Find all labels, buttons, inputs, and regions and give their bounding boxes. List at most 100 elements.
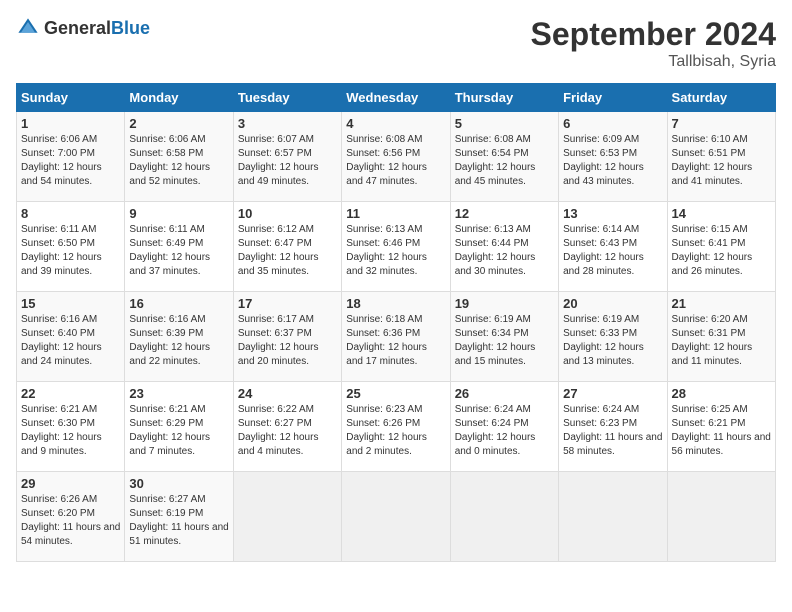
daylight-label: Daylight: 11 hours and 51 minutes. — [129, 522, 228, 547]
sunset-label: Sunset: 6:51 PM — [672, 148, 746, 159]
sunset-label: Sunset: 6:53 PM — [563, 148, 637, 159]
calendar-cell — [342, 472, 450, 562]
daylight-label: Daylight: 12 hours and 37 minutes. — [129, 252, 210, 277]
sunrise-label: Sunrise: 6:06 AM — [129, 134, 205, 145]
day-number: 21 — [672, 296, 771, 311]
day-number: 15 — [21, 296, 120, 311]
sunset-label: Sunset: 6:30 PM — [21, 418, 95, 429]
calendar-cell: 11 Sunrise: 6:13 AM Sunset: 6:46 PM Dayl… — [342, 202, 450, 292]
col-friday: Friday — [559, 84, 667, 112]
calendar-header: Sunday Monday Tuesday Wednesday Thursday… — [17, 84, 776, 112]
day-number: 19 — [455, 296, 554, 311]
sunrise-label: Sunrise: 6:21 AM — [21, 404, 97, 415]
day-info: Sunrise: 6:15 AM Sunset: 6:41 PM Dayligh… — [672, 223, 771, 279]
day-info: Sunrise: 6:23 AM Sunset: 6:26 PM Dayligh… — [346, 403, 445, 459]
day-info: Sunrise: 6:16 AM Sunset: 6:40 PM Dayligh… — [21, 313, 120, 369]
sunset-label: Sunset: 6:56 PM — [346, 148, 420, 159]
daylight-label: Daylight: 12 hours and 45 minutes. — [455, 162, 536, 187]
calendar-cell: 6 Sunrise: 6:09 AM Sunset: 6:53 PM Dayli… — [559, 112, 667, 202]
sunrise-label: Sunrise: 6:19 AM — [455, 314, 531, 325]
day-number: 9 — [129, 206, 228, 221]
day-info: Sunrise: 6:09 AM Sunset: 6:53 PM Dayligh… — [563, 133, 662, 189]
day-info: Sunrise: 6:08 AM Sunset: 6:56 PM Dayligh… — [346, 133, 445, 189]
calendar-cell: 7 Sunrise: 6:10 AM Sunset: 6:51 PM Dayli… — [667, 112, 775, 202]
sunset-label: Sunset: 6:37 PM — [238, 328, 312, 339]
day-info: Sunrise: 6:08 AM Sunset: 6:54 PM Dayligh… — [455, 133, 554, 189]
daylight-label: Daylight: 12 hours and 28 minutes. — [563, 252, 644, 277]
day-info: Sunrise: 6:24 AM Sunset: 6:23 PM Dayligh… — [563, 403, 662, 459]
calendar-cell: 3 Sunrise: 6:07 AM Sunset: 6:57 PM Dayli… — [233, 112, 341, 202]
day-info: Sunrise: 6:17 AM Sunset: 6:37 PM Dayligh… — [238, 313, 337, 369]
calendar-body: 1 Sunrise: 6:06 AM Sunset: 7:00 PM Dayli… — [17, 112, 776, 562]
sunset-label: Sunset: 6:23 PM — [563, 418, 637, 429]
day-number: 16 — [129, 296, 228, 311]
sunrise-label: Sunrise: 6:13 AM — [455, 224, 531, 235]
day-info: Sunrise: 6:19 AM Sunset: 6:34 PM Dayligh… — [455, 313, 554, 369]
daylight-label: Daylight: 12 hours and 54 minutes. — [21, 162, 102, 187]
daylight-label: Daylight: 12 hours and 41 minutes. — [672, 162, 753, 187]
sunrise-label: Sunrise: 6:21 AM — [129, 404, 205, 415]
daylight-label: Daylight: 12 hours and 43 minutes. — [563, 162, 644, 187]
day-number: 27 — [563, 386, 662, 401]
calendar-cell: 21 Sunrise: 6:20 AM Sunset: 6:31 PM Dayl… — [667, 292, 775, 382]
daylight-label: Daylight: 12 hours and 47 minutes. — [346, 162, 427, 187]
calendar-cell: 1 Sunrise: 6:06 AM Sunset: 7:00 PM Dayli… — [17, 112, 125, 202]
col-sunday: Sunday — [17, 84, 125, 112]
daylight-label: Daylight: 12 hours and 24 minutes. — [21, 342, 102, 367]
day-info: Sunrise: 6:19 AM Sunset: 6:33 PM Dayligh… — [563, 313, 662, 369]
calendar-cell: 29 Sunrise: 6:26 AM Sunset: 6:20 PM Dayl… — [17, 472, 125, 562]
daylight-label: Daylight: 12 hours and 39 minutes. — [21, 252, 102, 277]
day-info: Sunrise: 6:25 AM Sunset: 6:21 PM Dayligh… — [672, 403, 771, 459]
day-info: Sunrise: 6:16 AM Sunset: 6:39 PM Dayligh… — [129, 313, 228, 369]
daylight-label: Daylight: 12 hours and 26 minutes. — [672, 252, 753, 277]
calendar-cell: 27 Sunrise: 6:24 AM Sunset: 6:23 PM Dayl… — [559, 382, 667, 472]
daylight-label: Daylight: 12 hours and 52 minutes. — [129, 162, 210, 187]
day-info: Sunrise: 6:13 AM Sunset: 6:44 PM Dayligh… — [455, 223, 554, 279]
daylight-label: Daylight: 12 hours and 30 minutes. — [455, 252, 536, 277]
daylight-label: Daylight: 11 hours and 56 minutes. — [672, 432, 771, 457]
day-number: 4 — [346, 116, 445, 131]
sunset-label: Sunset: 6:29 PM — [129, 418, 203, 429]
sunrise-label: Sunrise: 6:09 AM — [563, 134, 639, 145]
daylight-label: Daylight: 12 hours and 2 minutes. — [346, 432, 427, 457]
sunrise-label: Sunrise: 6:19 AM — [563, 314, 639, 325]
calendar-cell: 26 Sunrise: 6:24 AM Sunset: 6:24 PM Dayl… — [450, 382, 558, 472]
sunset-label: Sunset: 6:27 PM — [238, 418, 312, 429]
sunset-label: Sunset: 6:31 PM — [672, 328, 746, 339]
day-number: 7 — [672, 116, 771, 131]
calendar-cell — [559, 472, 667, 562]
sunrise-label: Sunrise: 6:18 AM — [346, 314, 422, 325]
day-number: 28 — [672, 386, 771, 401]
sunrise-label: Sunrise: 6:16 AM — [21, 314, 97, 325]
sunrise-label: Sunrise: 6:26 AM — [21, 494, 97, 505]
sunrise-label: Sunrise: 6:11 AM — [21, 224, 96, 235]
col-wednesday: Wednesday — [342, 84, 450, 112]
sunrise-label: Sunrise: 6:10 AM — [672, 134, 748, 145]
sunset-label: Sunset: 6:36 PM — [346, 328, 420, 339]
sunrise-label: Sunrise: 6:12 AM — [238, 224, 314, 235]
month-title: September 2024 — [531, 16, 776, 53]
calendar-cell: 23 Sunrise: 6:21 AM Sunset: 6:29 PM Dayl… — [125, 382, 233, 472]
calendar-week-row: 22 Sunrise: 6:21 AM Sunset: 6:30 PM Dayl… — [17, 382, 776, 472]
daylight-label: Daylight: 11 hours and 54 minutes. — [21, 522, 120, 547]
day-info: Sunrise: 6:26 AM Sunset: 6:20 PM Dayligh… — [21, 493, 120, 549]
sunrise-label: Sunrise: 6:17 AM — [238, 314, 314, 325]
calendar-week-row: 1 Sunrise: 6:06 AM Sunset: 7:00 PM Dayli… — [17, 112, 776, 202]
day-info: Sunrise: 6:11 AM Sunset: 6:50 PM Dayligh… — [21, 223, 120, 279]
day-number: 8 — [21, 206, 120, 221]
sunset-label: Sunset: 6:41 PM — [672, 238, 746, 249]
sunrise-label: Sunrise: 6:15 AM — [672, 224, 748, 235]
sunset-label: Sunset: 6:26 PM — [346, 418, 420, 429]
day-info: Sunrise: 6:27 AM Sunset: 6:19 PM Dayligh… — [129, 493, 228, 549]
sunset-label: Sunset: 6:54 PM — [455, 148, 529, 159]
title-section: September 2024 Tallbisah, Syria — [531, 16, 776, 71]
day-info: Sunrise: 6:21 AM Sunset: 6:30 PM Dayligh… — [21, 403, 120, 459]
daylight-label: Daylight: 11 hours and 58 minutes. — [563, 432, 662, 457]
day-number: 11 — [346, 206, 445, 221]
sunrise-label: Sunrise: 6:06 AM — [21, 134, 97, 145]
day-info: Sunrise: 6:06 AM Sunset: 6:58 PM Dayligh… — [129, 133, 228, 189]
day-number: 24 — [238, 386, 337, 401]
calendar-cell: 2 Sunrise: 6:06 AM Sunset: 6:58 PM Dayli… — [125, 112, 233, 202]
day-number: 12 — [455, 206, 554, 221]
calendar-cell: 25 Sunrise: 6:23 AM Sunset: 6:26 PM Dayl… — [342, 382, 450, 472]
